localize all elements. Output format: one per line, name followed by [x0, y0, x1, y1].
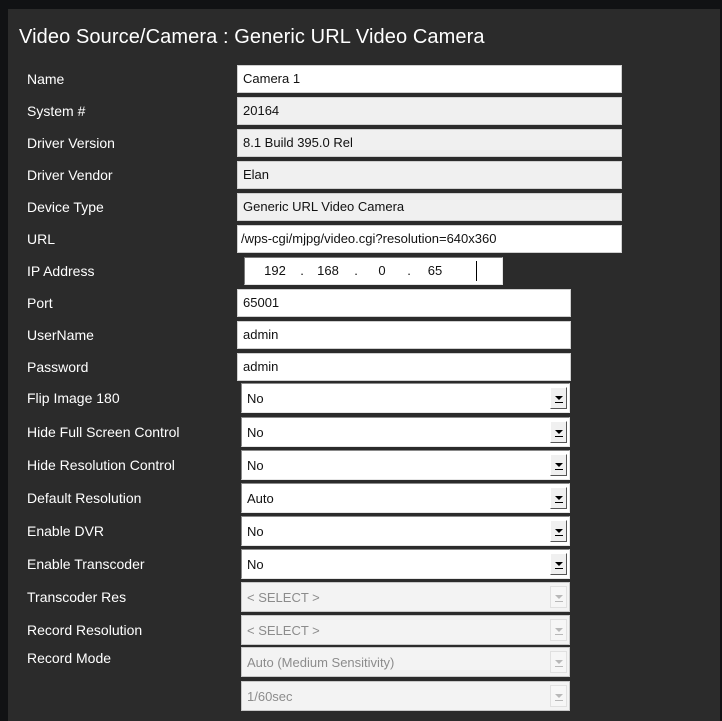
chevron-down-icon [555, 628, 563, 635]
label-driver-vendor: Driver Vendor [27, 167, 113, 183]
username-input[interactable]: admin [237, 321, 571, 349]
label-username: UserName [27, 327, 94, 343]
enable-dvr-value: No [247, 524, 264, 539]
label-record-resolution: Record Resolution [27, 622, 143, 638]
label-enable-dvr: Enable DVR [27, 523, 105, 539]
label-port: Port [27, 295, 53, 311]
label-record-mode: Record Mode [27, 650, 112, 666]
hide-resolution-value: No [247, 458, 264, 473]
record-mode-value: Auto (Medium Sensitivity) [247, 655, 395, 670]
ip-address-input[interactable]: 192 . 168 . 0 . 65 [244, 257, 503, 285]
ip-separator: . [354, 263, 358, 278]
chevron-down-icon [555, 529, 563, 536]
ip-octet-4[interactable]: 65 [413, 263, 457, 278]
dropdown-button[interactable] [550, 421, 567, 443]
password-input[interactable]: admin [237, 353, 571, 381]
label-hide-fullscreen: Hide Full Screen Control [27, 424, 180, 440]
label-system: System # [27, 103, 86, 119]
ip-octet-2[interactable]: 168 [306, 263, 350, 278]
label-transcoder-res: Transcoder Res [27, 589, 127, 605]
chevron-down-icon [555, 694, 563, 701]
page-title: Video Source/Camera : Generic URL Video … [19, 26, 485, 48]
label-url: URL [27, 231, 56, 247]
text-cursor [476, 261, 477, 281]
chevron-down-icon [555, 463, 563, 470]
enable-transcoder-select[interactable]: No [241, 549, 570, 579]
record-resolution-value: < SELECT > [247, 623, 320, 638]
enable-transcoder-value: No [247, 557, 264, 572]
label-password: Password [27, 359, 89, 375]
label-ip: IP Address [27, 263, 95, 279]
ip-octet-1[interactable]: 192 [253, 263, 297, 278]
chevron-down-icon [555, 496, 563, 503]
chevron-down-icon [555, 562, 563, 569]
dropdown-button[interactable] [550, 387, 567, 409]
name-input[interactable]: Camera 1 [237, 65, 622, 93]
dropdown-button [550, 619, 567, 641]
dropdown-button [550, 586, 567, 608]
default-resolution-value: Auto [247, 491, 274, 506]
chevron-down-icon [555, 660, 563, 667]
ip-separator: . [300, 263, 304, 278]
dropdown-button[interactable] [550, 520, 567, 542]
flip-image-select[interactable]: No [241, 383, 570, 413]
transcoder-res-select: < SELECT > [241, 582, 570, 612]
port-input[interactable]: 65001 [237, 289, 571, 317]
label-enable-transcoder: Enable Transcoder [27, 556, 145, 572]
ip-octet-3[interactable]: 0 [360, 263, 404, 278]
label-default-resolution: Default Resolution [27, 490, 142, 506]
label-flip: Flip Image 180 [27, 390, 120, 406]
driver-version-field: 8.1 Build 395.0 Rel [237, 129, 622, 157]
dropdown-button[interactable] [550, 454, 567, 476]
label-device-type: Device Type [27, 199, 104, 215]
transcoder-res-value: < SELECT > [247, 590, 320, 605]
hide-fullscreen-value: No [247, 425, 264, 440]
record-resolution-select: < SELECT > [241, 615, 570, 645]
url-input[interactable]: /wps-cgi/mjpg/video.cgi?resolution=640x3… [237, 225, 622, 253]
dropdown-button[interactable] [550, 487, 567, 509]
chevron-down-icon [555, 396, 563, 403]
label-driver-version: Driver Version [27, 135, 115, 151]
chevron-down-icon [555, 430, 563, 437]
hide-resolution-select[interactable]: No [241, 450, 570, 480]
enable-dvr-select[interactable]: No [241, 516, 570, 546]
flip-image-value: No [247, 391, 264, 406]
record-mode-select: Auto (Medium Sensitivity) [241, 647, 570, 677]
label-name: Name [27, 71, 65, 87]
shutter-value: 1/60sec [247, 689, 293, 704]
shutter-select: 1/60sec [241, 681, 570, 711]
default-resolution-select[interactable]: Auto [241, 483, 570, 513]
dropdown-button [550, 651, 567, 673]
device-type-field: Generic URL Video Camera [237, 193, 622, 221]
ip-separator: . [407, 263, 411, 278]
driver-vendor-field: Elan [237, 161, 622, 189]
camera-settings-panel: Video Source/Camera : Generic URL Video … [8, 9, 720, 721]
dropdown-button [550, 685, 567, 707]
dropdown-button[interactable] [550, 553, 567, 575]
chevron-down-icon [555, 595, 563, 602]
label-hide-resolution: Hide Resolution Control [27, 457, 175, 473]
hide-fullscreen-select[interactable]: No [241, 417, 570, 447]
system-number-field: 20164 [237, 97, 622, 125]
